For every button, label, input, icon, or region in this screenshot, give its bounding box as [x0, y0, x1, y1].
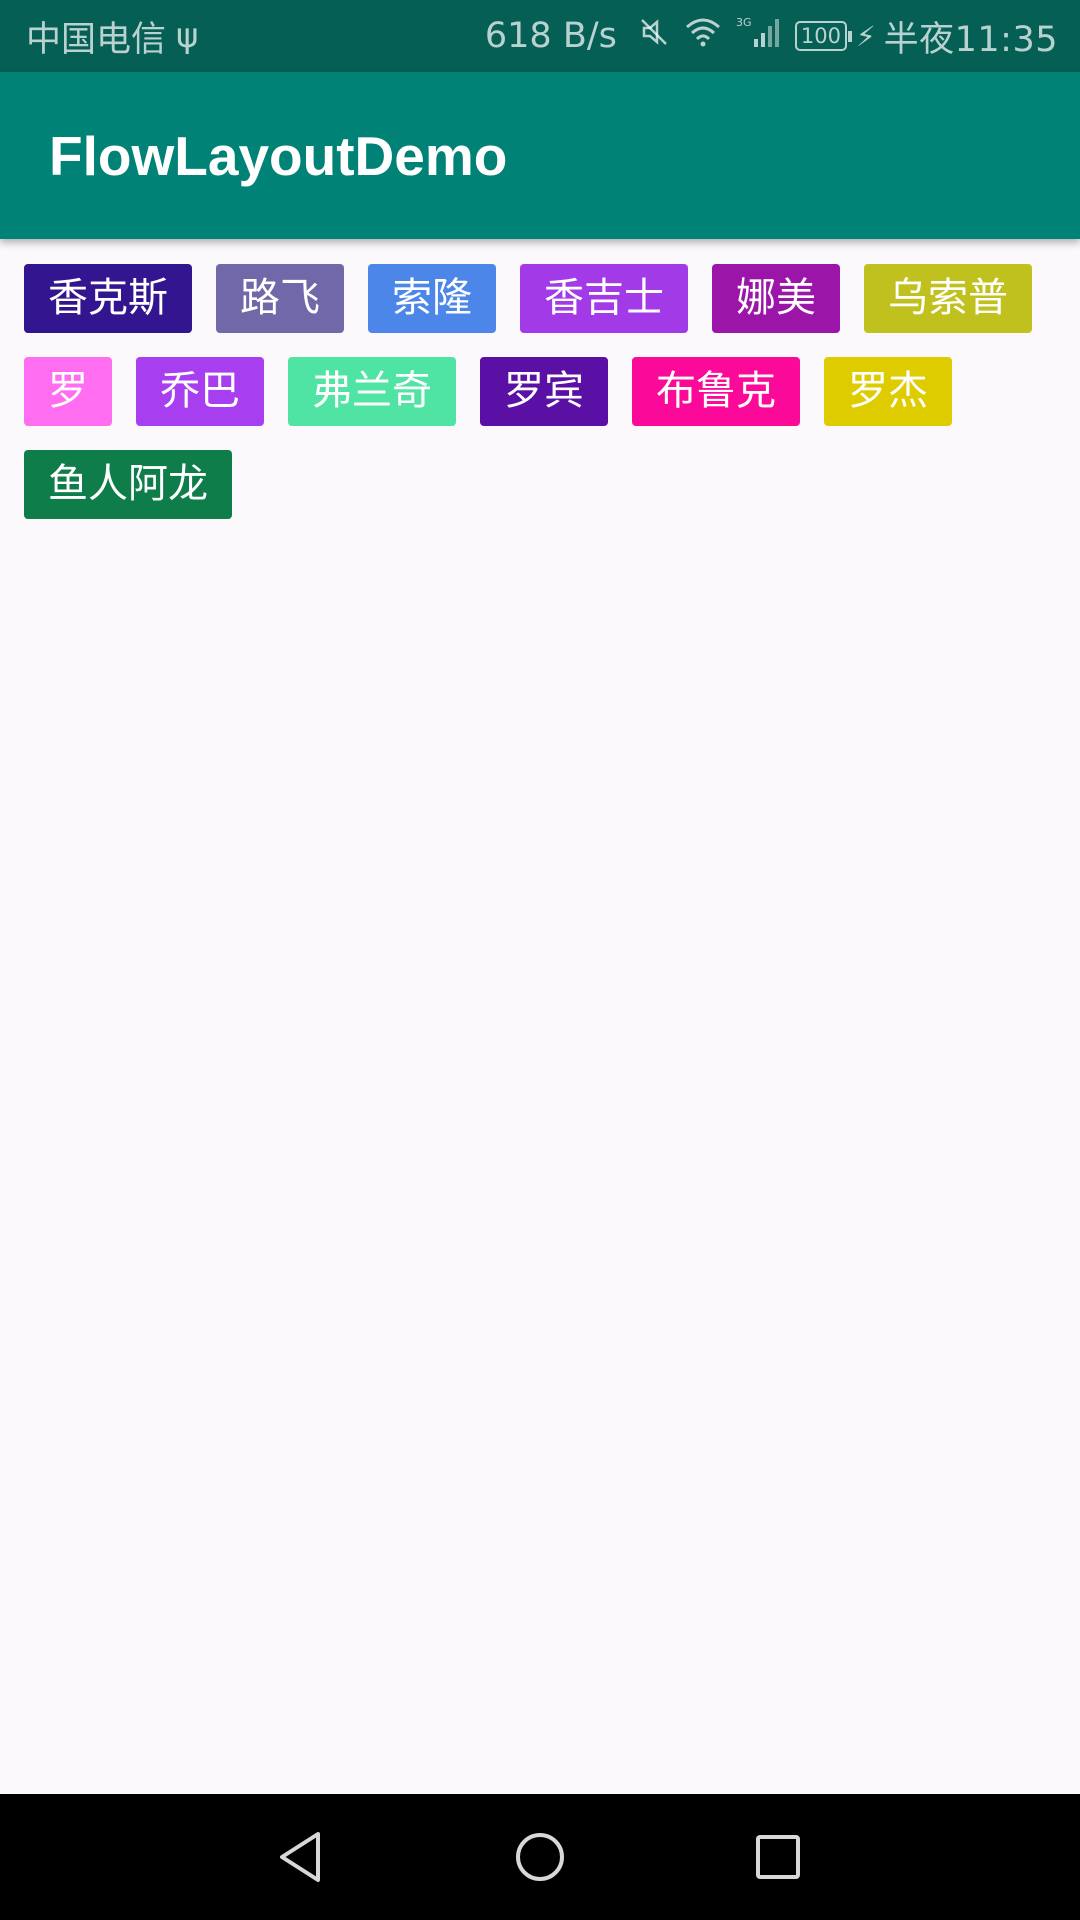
tag-item[interactable]: 娜美: [712, 264, 840, 333]
tag-item[interactable]: 鱼人阿龙: [24, 450, 232, 519]
tag-item[interactable]: 索隆: [368, 264, 496, 333]
wifi-icon: [684, 17, 722, 55]
battery-tip: [847, 30, 852, 42]
tag-item[interactable]: 乔巴: [136, 357, 264, 426]
tag-item[interactable]: 香克斯: [24, 264, 192, 333]
signal-3g-icon: 3G: [736, 15, 780, 57]
svg-text:3G: 3G: [736, 16, 752, 29]
usb-icon: ψ: [176, 16, 199, 56]
tag-item[interactable]: 罗: [24, 357, 112, 426]
tag-item[interactable]: 布鲁克: [632, 357, 800, 426]
home-circle-icon[interactable]: [514, 1830, 566, 1888]
back-triangle-icon[interactable]: [276, 1830, 324, 1888]
tag-item[interactable]: 乌索普: [864, 264, 1032, 333]
status-right: 618 B/s 3G 100 ⚡ 半夜11:35: [485, 11, 1058, 62]
battery-icon: 100: [794, 21, 852, 51]
tag-item[interactable]: 罗宾: [480, 357, 608, 426]
carrier-label: 中国电信: [26, 19, 167, 60]
navigation-bar: [0, 1794, 1080, 1920]
tag-item[interactable]: 香吉士: [520, 264, 688, 333]
app-toolbar: FlowLayoutDemo: [0, 72, 1080, 239]
recents-square-icon[interactable]: [754, 1830, 802, 1888]
tag-item[interactable]: 罗杰: [824, 357, 952, 426]
charging-icon: ⚡: [855, 19, 876, 53]
network-speed: 618 B/s: [484, 16, 617, 56]
tag-item[interactable]: 路飞: [216, 264, 344, 333]
clock: 半夜11:35: [883, 19, 1058, 60]
mute-icon: [638, 16, 670, 56]
battery-level: 100: [794, 21, 847, 51]
tag-item[interactable]: 弗兰奇: [288, 357, 456, 426]
toolbar-title: FlowLayoutDemo: [49, 124, 508, 187]
flow-layout: 香克斯 路飞 索隆 香吉士 娜美 乌索普罗乔巴 弗兰奇 罗宾 布鲁克 罗杰鱼人阿龙: [24, 264, 1064, 519]
status-bar: 中国电信 ψ 618 B/s 3G 100 ⚡ 半夜11:35: [0, 0, 1080, 72]
status-left: 中国电信 ψ: [26, 11, 198, 62]
